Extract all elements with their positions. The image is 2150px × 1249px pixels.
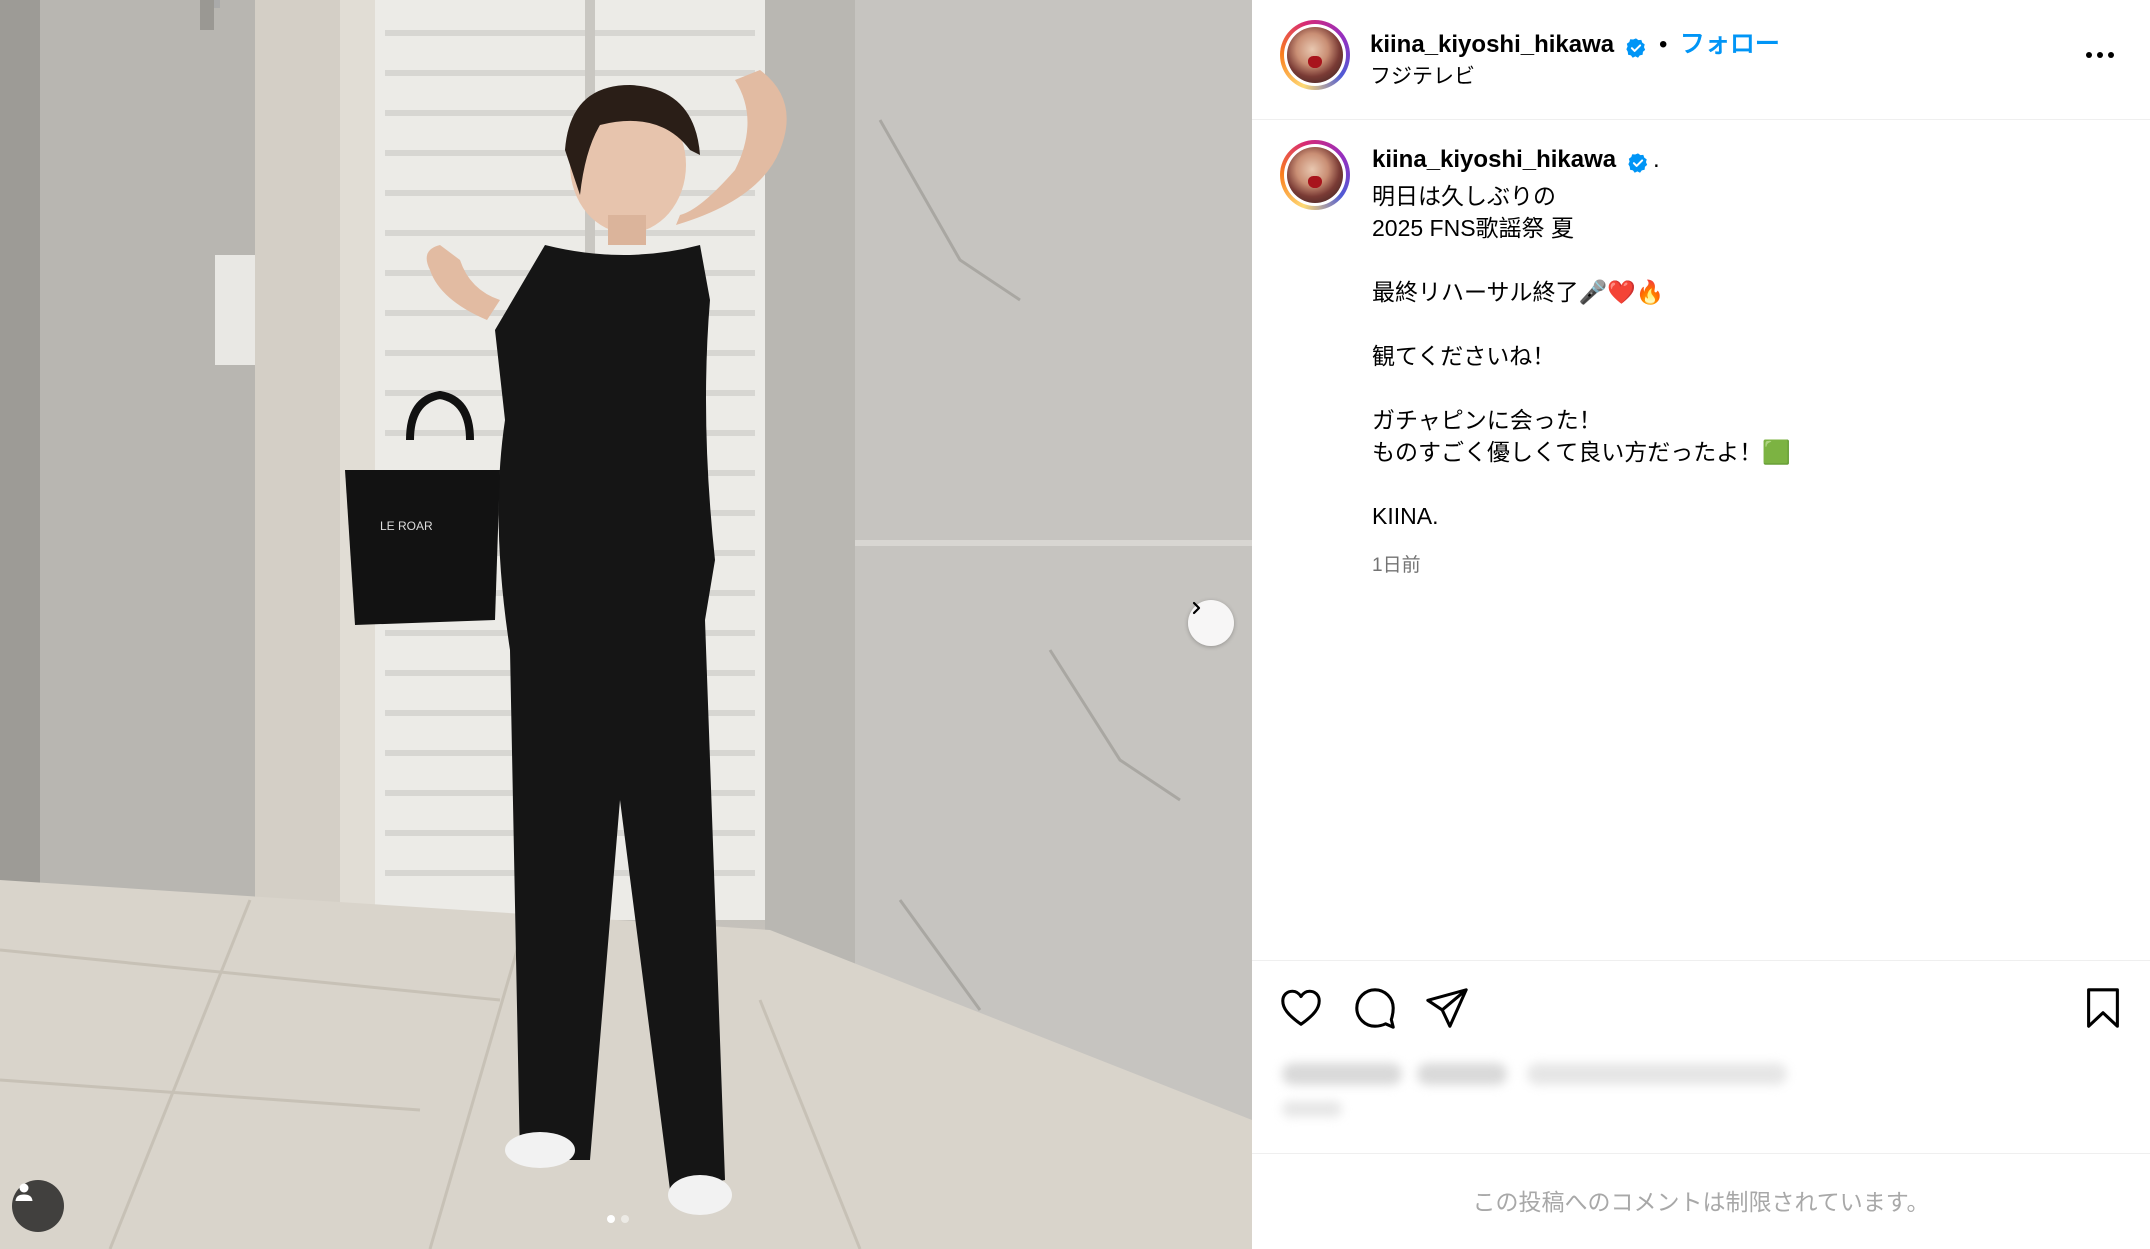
header-author-row: kiina_kiyoshi_hikawa • フォロー (1370, 24, 1780, 60)
caption-line: 最終リハーサル終了🎤❤️🔥 (1372, 279, 1665, 305)
action-bar (1252, 960, 2150, 1050)
user-tag-button[interactable] (12, 1180, 64, 1232)
verified-badge-icon (1625, 38, 1645, 58)
caption-line: 明日は久しぶりの (1372, 183, 1556, 209)
caption-line: 2025 FNS歌謡祭 夏 (1372, 215, 1574, 241)
save-button[interactable] (2080, 985, 2126, 1031)
caption-dot: . (1653, 146, 1660, 173)
chevron-right-icon (1192, 601, 1201, 615)
caption-line: ガチャピンに会った！ (1372, 407, 1602, 433)
heart-icon (1281, 989, 1321, 1026)
comment-button[interactable] (1352, 985, 1398, 1031)
carousel-next-button[interactable] (1188, 600, 1234, 646)
carousel-dot (621, 1215, 629, 1223)
post-side-panel: kiina_kiyoshi_hikawa • フォロー フジテレビ kiina_… (1252, 0, 2150, 1249)
caption-author-row: kiina_kiyoshi_hikawa . (1372, 146, 1660, 174)
photo-illustration: LE ROAR (0, 0, 1252, 1249)
caption-line (1372, 308, 2112, 340)
post-timestamp[interactable]: 1日前 (1372, 550, 1421, 577)
comment-icon (1355, 988, 1395, 1029)
caption-line (1372, 372, 2112, 404)
author-avatar[interactable] (1280, 20, 1350, 90)
author-username[interactable]: kiina_kiyoshi_hikawa (1370, 31, 1614, 58)
more-options-icon[interactable] (2080, 40, 2120, 70)
share-button[interactable] (1424, 985, 1470, 1031)
caption-line: KIINA. (1372, 503, 1439, 529)
caption-line (1372, 468, 2112, 500)
paper-plane-icon (1426, 988, 1468, 1028)
like-button[interactable] (1278, 985, 1324, 1031)
follow-button[interactable]: フォロー (1680, 30, 1780, 58)
caption-line: 観てくださいね！ (1372, 343, 1556, 369)
caption-line: ものすごく優しくて良い方だったよ！🟩 (1372, 439, 1791, 465)
post-location[interactable]: フジテレビ (1370, 60, 1475, 90)
caption-text: 明日は久しぶりの 2025 FNS歌謡祭 夏 最終リハーサル終了🎤❤️🔥 観てく… (1372, 180, 2112, 532)
caption-avatar[interactable] (1280, 140, 1350, 210)
post-photo[interactable]: LE ROAR (0, 0, 1252, 1249)
bag-label: LE ROAR (380, 519, 433, 533)
user-tag-icon (15, 1183, 33, 1201)
header-separator: • (1659, 31, 1668, 58)
caption-line (1372, 244, 2112, 276)
carousel-indicator (607, 1215, 629, 1223)
bookmark-icon (2087, 988, 2119, 1028)
caption-username[interactable]: kiina_kiyoshi_hikawa (1372, 146, 1616, 173)
post-header: kiina_kiyoshi_hikawa • フォロー フジテレビ (1252, 0, 2150, 120)
likes-summary-blurred (1282, 1055, 1787, 1125)
comments-restricted-notice: この投稿へのコメントは制限されています。 (1252, 1153, 2150, 1249)
carousel-dot-active (607, 1215, 615, 1223)
verified-badge-icon (1627, 153, 1647, 173)
